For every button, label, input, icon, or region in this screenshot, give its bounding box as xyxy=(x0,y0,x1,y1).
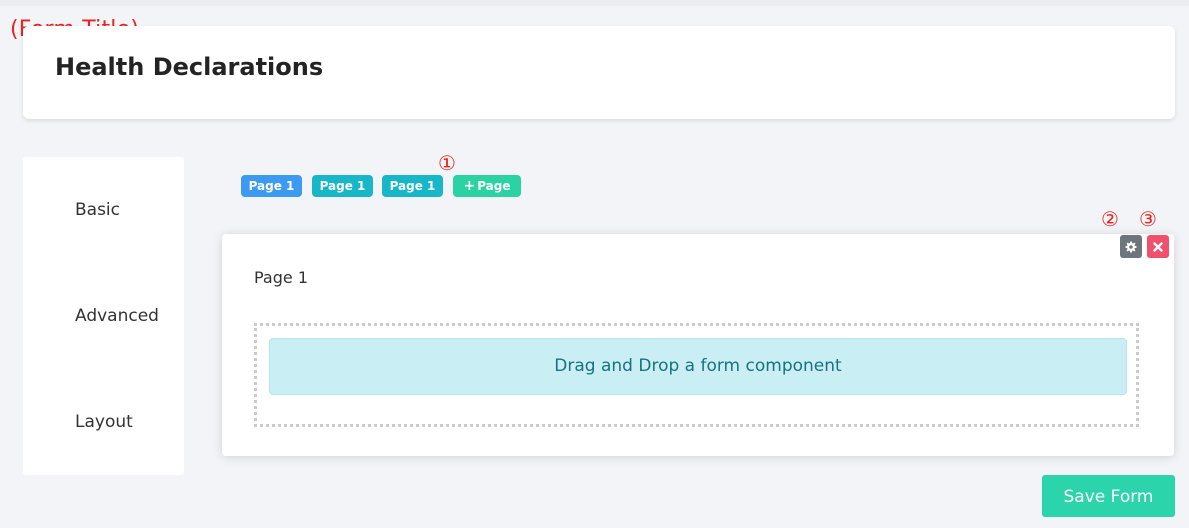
marker-3-annotation: ③ xyxy=(1139,207,1157,231)
dropzone-message: Drag and Drop a form component xyxy=(269,338,1127,395)
sidebar-item-basic[interactable]: Basic xyxy=(75,200,120,220)
dropzone[interactable]: Drag and Drop a form component xyxy=(254,323,1139,427)
plus-icon: + xyxy=(463,178,476,194)
tab-page-2[interactable]: Page 1 xyxy=(312,175,373,197)
page-settings-button[interactable] xyxy=(1120,235,1142,258)
tab-page-3[interactable]: Page 1 xyxy=(382,175,443,197)
form-title-card: Health Declarations xyxy=(23,26,1175,119)
top-strip xyxy=(0,0,1189,6)
marker-2-annotation: ② xyxy=(1101,207,1119,231)
save-form-button[interactable]: Save Form xyxy=(1042,475,1175,517)
tab-page-1-active[interactable]: Page 1 xyxy=(241,175,302,197)
page-panel: Page 1 Drag and Drop a form component xyxy=(222,234,1174,456)
add-page-button[interactable]: + Page xyxy=(453,175,521,197)
marker-1-annotation: ① xyxy=(438,151,456,175)
sidebar-item-layout[interactable]: Layout xyxy=(75,412,133,432)
close-icon xyxy=(1153,241,1163,252)
form-title[interactable]: Health Declarations xyxy=(55,53,323,81)
gear-icon xyxy=(1125,241,1137,252)
remove-page-button[interactable] xyxy=(1147,235,1169,258)
panel-page-title: Page 1 xyxy=(254,268,308,287)
add-page-label: Page xyxy=(477,179,511,193)
sidebar-item-advanced[interactable]: Advanced xyxy=(75,306,159,326)
component-sidebar: Basic Advanced Layout xyxy=(23,157,184,475)
